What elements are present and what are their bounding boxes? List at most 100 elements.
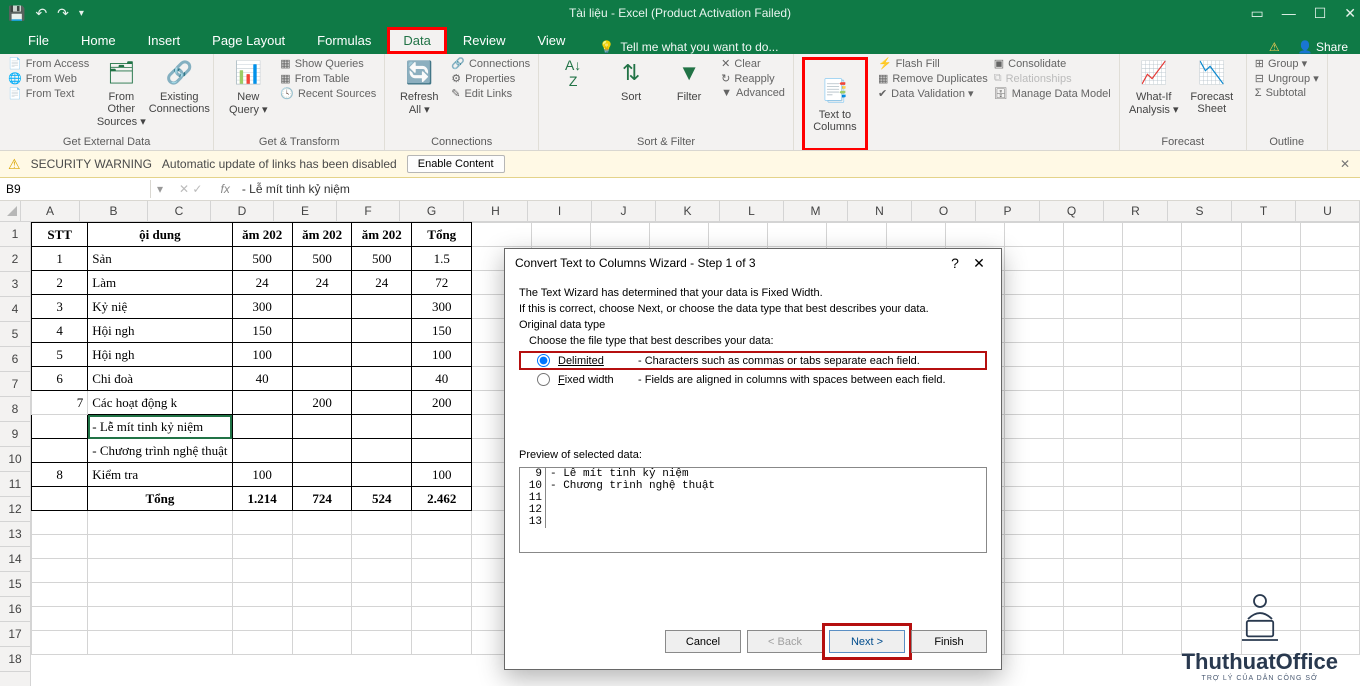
refresh-all-button[interactable]: 🔄Refresh All ▾ [393,57,445,116]
row-header-16[interactable]: 16 [0,597,30,622]
tab-insert[interactable]: Insert [132,27,197,54]
col-header-Q[interactable]: Q [1040,201,1104,221]
finish-button[interactable]: Finish [911,630,987,653]
formula-bar[interactable]: - Lễ mít tinh kỷ niệm [238,180,1360,198]
row-header-13[interactable]: 13 [0,522,30,547]
warning-icon[interactable]: ⚠ [1269,40,1280,54]
save-icon[interactable]: 💾 [8,5,25,22]
dialog-help-icon[interactable]: ? [943,255,967,271]
manage-data-model-button[interactable]: 🗄 Manage Data Model [994,87,1111,100]
subtotal-button[interactable]: Σ Subtotal [1255,87,1319,99]
remove-duplicates-button[interactable]: ▦ Remove Duplicates [878,72,988,85]
from-other-sources-button[interactable]: 🗂From Other Sources ▾ [95,57,147,128]
col-header-T[interactable]: T [1232,201,1296,221]
close-icon[interactable]: ✕ [1344,5,1356,22]
row-header-1[interactable]: 1 [0,222,30,247]
col-header-P[interactable]: P [976,201,1040,221]
from-web-button[interactable]: 🌐 From Web [8,72,89,85]
tab-pagelayout[interactable]: Page Layout [196,27,301,54]
row-header-14[interactable]: 14 [0,547,30,572]
col-header-L[interactable]: L [720,201,784,221]
row-header-10[interactable]: 10 [0,447,30,472]
cancel-button[interactable]: Cancel [665,630,741,653]
col-header-A[interactable]: A [21,201,80,221]
close-warning-icon[interactable]: ✕ [1340,157,1350,171]
col-header-B[interactable]: B [80,201,148,221]
col-header-J[interactable]: J [592,201,656,221]
row-header-2[interactable]: 2 [0,247,30,272]
row-header-12[interactable]: 12 [0,497,30,522]
col-header-M[interactable]: M [784,201,848,221]
row-header-7[interactable]: 7 [0,372,30,397]
tab-review[interactable]: Review [447,27,522,54]
group-button[interactable]: ⊞ Group ▾ [1255,57,1319,70]
row-header-6[interactable]: 6 [0,347,30,372]
properties-button[interactable]: ⚙ Properties [451,72,530,85]
tab-formulas[interactable]: Formulas [301,27,387,54]
col-header-N[interactable]: N [848,201,912,221]
clear-button[interactable]: ✕ Clear [721,57,785,70]
sort-az-button[interactable]: A↓Z [547,57,599,89]
qat-customize-icon[interactable]: ▾ [79,8,84,19]
existing-connections-button[interactable]: 🔗Existing Connections [153,57,205,115]
row-header-11[interactable]: 11 [0,472,30,497]
row-header-5[interactable]: 5 [0,322,30,347]
from-access-button[interactable]: 📄 From Access [8,57,89,70]
forecast-sheet-button[interactable]: 📉Forecast Sheet [1186,57,1238,115]
dialog-close-icon[interactable]: ✕ [967,255,991,272]
row-header-17[interactable]: 17 [0,622,30,647]
reapply-button[interactable]: ↻ Reapply [721,72,785,85]
edit-links-button[interactable]: ✎ Edit Links [451,87,530,100]
select-all-corner[interactable] [0,201,21,222]
data-validation-button[interactable]: ✔ Data Validation ▾ [878,87,988,100]
next-button[interactable]: Next > [829,630,905,653]
col-header-H[interactable]: H [464,201,528,221]
maximize-icon[interactable]: ☐ [1314,5,1327,22]
tab-view[interactable]: View [521,27,581,54]
consolidate-button[interactable]: ▣ Consolidate [994,57,1111,70]
from-table-button[interactable]: ▦ From Table [280,72,376,85]
relationships-button[interactable]: ⧉ Relationships [994,72,1111,85]
back-button[interactable]: < Back [747,630,823,653]
col-header-K[interactable]: K [656,201,720,221]
ungroup-button[interactable]: ⊟ Ungroup ▾ [1255,72,1319,85]
col-header-F[interactable]: F [337,201,400,221]
tab-file[interactable]: File [12,27,65,54]
row-header-9[interactable]: 9 [0,422,30,447]
tab-data[interactable]: Data [387,27,446,54]
advanced-button[interactable]: ▼ Advanced [721,87,785,99]
sort-button[interactable]: ⇅Sort [605,57,657,103]
radio-delimited[interactable]: Delimited - Characters such as commas or… [519,351,987,370]
fx-icon[interactable]: fx [212,182,237,196]
row-header-15[interactable]: 15 [0,572,30,597]
show-queries-button[interactable]: ▦ Show Queries [280,57,376,70]
radio-fixed-width[interactable]: Fixed width - Fields are aligned in colu… [519,370,987,389]
col-header-I[interactable]: I [528,201,592,221]
from-text-button[interactable]: 📄 From Text [8,87,89,100]
tell-me[interactable]: 💡 Tell me what you want to do... [599,40,778,54]
ribbon-options-icon[interactable]: ▭ [1250,5,1263,22]
row-header-4[interactable]: 4 [0,297,30,322]
col-header-C[interactable]: C [148,201,211,221]
col-header-E[interactable]: E [274,201,337,221]
undo-icon[interactable]: ↶ [35,5,47,22]
new-query-button[interactable]: 📊New Query ▾ [222,57,274,116]
col-header-D[interactable]: D [211,201,274,221]
flash-fill-button[interactable]: ⚡ Flash Fill [878,57,988,70]
name-box[interactable]: B9 [0,180,151,198]
row-header-18[interactable]: 18 [0,647,30,672]
col-header-O[interactable]: O [912,201,976,221]
row-header-3[interactable]: 3 [0,272,30,297]
row-header-8[interactable]: 8 [0,397,30,422]
whatif-button[interactable]: 📈What-If Analysis ▾ [1128,57,1180,116]
tab-home[interactable]: Home [65,27,132,54]
namebox-dropdown-icon[interactable]: ▾ [151,182,169,196]
filter-button[interactable]: ▼Filter [663,57,715,103]
text-to-columns-button[interactable]: 📑Text to Columns [809,75,861,133]
col-header-G[interactable]: G [400,201,464,221]
enable-content-button[interactable]: Enable Content [407,155,505,173]
share-button[interactable]: 👤 Share [1298,40,1348,54]
connections-button[interactable]: 🔗 Connections [451,57,530,70]
col-header-U[interactable]: U [1296,201,1360,221]
minimize-icon[interactable]: — [1282,5,1296,22]
